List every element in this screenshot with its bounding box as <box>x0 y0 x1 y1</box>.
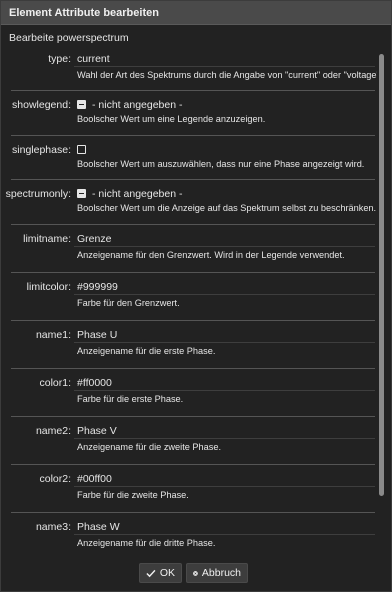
limitcolor-input-underline <box>74 294 375 295</box>
showlegend-description: Boolscher Wert um eine Legende anzuzeige… <box>77 114 266 124</box>
attribute-row-singlephase: singlephase: Boolscher Wert um auszuwähle… <box>1 136 377 180</box>
attribute-label-name3: name3: <box>35 521 71 533</box>
limitname-input-underline <box>74 246 375 247</box>
type-input-underline <box>74 66 375 67</box>
type-input[interactable]: current <box>77 53 110 65</box>
spectrumonly-checkbox-text: - nicht angegeben - <box>92 188 183 200</box>
attribute-label-type: type: <box>48 53 71 65</box>
dialog-title: Element Attribute bearbeiten <box>9 6 159 19</box>
attribute-row-showlegend: showlegend: - nicht angegeben - Boolscher … <box>1 91 377 136</box>
attribute-label-name1: name1: <box>35 329 71 341</box>
ok-button-label: OK <box>159 567 175 579</box>
name2-input-underline <box>74 438 375 439</box>
attribute-row-limitcolor: limitcolor: #999999 Farbe für den Grenzwer… <box>1 273 377 321</box>
cancel-button[interactable]: Abbruch <box>186 563 248 583</box>
color1-input[interactable]: #ff0000 <box>77 377 112 389</box>
attribute-list: type: current Wahl der Art des Spektrums d… <box>1 45 377 557</box>
attribute-label-color2: color2: <box>39 473 71 485</box>
check-icon <box>146 569 156 577</box>
singlephase-checkbox[interactable] <box>77 145 86 154</box>
name3-description: Anzeigename für die dritte Phase. <box>77 538 216 548</box>
color1-description: Farbe für die erste Phase. <box>77 394 184 404</box>
attribute-label-spectrumonly: spectrumonly: <box>5 188 71 200</box>
name3-input[interactable]: Phase W <box>77 521 120 533</box>
type-description: Wahl der Art des Spektrums durch die Ang… <box>77 70 377 80</box>
showlegend-checkbox-text: - nicht angegeben - <box>92 99 183 111</box>
attribute-label-limitname: limitname: <box>23 233 71 245</box>
ok-button[interactable]: OK <box>139 563 182 583</box>
attribute-row-spectrumonly: spectrumonly: - nicht angegeben - Boolsche… <box>1 180 377 225</box>
attribute-row-name2: name2: Phase V Anzeigename für die zweite … <box>1 417 377 465</box>
limitname-description: Anzeigename für den Grenzwert. Wird in d… <box>77 250 345 260</box>
attribute-label-color1: color1: <box>39 377 71 389</box>
limitname-input[interactable]: Grenze <box>77 233 111 245</box>
name1-input[interactable]: Phase U <box>77 329 117 341</box>
attribute-row-name1: name1: Phase U Anzeigename für die erste P… <box>1 321 377 369</box>
dialog-subtitle: Bearbeite powerspectrum <box>9 32 129 44</box>
color2-description: Farbe für die zweite Phase. <box>77 490 189 500</box>
name1-input-underline <box>74 342 375 343</box>
name2-description: Anzeigename für die zweite Phase. <box>77 442 222 452</box>
singlephase-checkbox-field[interactable] <box>77 144 92 156</box>
close-circle-icon <box>193 570 198 576</box>
spectrumonly-checkbox-field[interactable]: - nicht angegeben - <box>77 188 182 200</box>
attribute-label-limitcolor: limitcolor: <box>26 281 71 293</box>
showlegend-checkbox[interactable] <box>77 100 86 109</box>
attribute-row-type: type: current Wahl der Art des Spektrums d… <box>1 45 377 91</box>
attribute-label-showlegend: showlegend: <box>12 99 71 111</box>
edit-attributes-dialog: Element Attribute bearbeiten Bearbeite p… <box>0 0 392 592</box>
limitcolor-input[interactable]: #999999 <box>77 281 118 293</box>
attribute-label-singlephase: singlephase: <box>12 144 71 156</box>
color2-input[interactable]: #00ff00 <box>77 473 112 485</box>
showlegend-checkbox-field[interactable]: - nicht angegeben - <box>77 99 182 111</box>
cancel-button-label: Abbruch <box>201 567 241 579</box>
attribute-row-limitname: limitname: Grenze Anzeigename für den Gren… <box>1 225 377 273</box>
dialog-titlebar[interactable]: Element Attribute bearbeiten <box>1 1 391 25</box>
color2-input-underline <box>74 486 375 487</box>
dialog-footer: OK Abbruch <box>1 559 392 587</box>
attribute-row-color1: color1: #ff0000 Farbe für die erste Phase. <box>1 369 377 417</box>
name2-input[interactable]: Phase V <box>77 425 117 437</box>
spectrumonly-description: Boolscher Wert um die Anzeige auf das Sp… <box>77 203 377 213</box>
singlephase-description: Boolscher Wert um auszuwählen, dass nur … <box>77 159 365 169</box>
scrollbar-thumb[interactable] <box>379 54 384 496</box>
limitcolor-description: Farbe für den Grenzwert. <box>77 298 180 308</box>
attribute-row-name3: name3: Phase W Anzeigename für die dritte … <box>1 513 377 557</box>
spectrumonly-checkbox[interactable] <box>77 189 86 198</box>
name3-input-underline <box>74 534 375 535</box>
attribute-row-color2: color2: #00ff00 Farbe für die zweite Phase… <box>1 465 377 513</box>
name1-description: Anzeigename für die erste Phase. <box>77 346 216 356</box>
attribute-label-name2: name2: <box>35 425 71 437</box>
color1-input-underline <box>74 390 375 391</box>
